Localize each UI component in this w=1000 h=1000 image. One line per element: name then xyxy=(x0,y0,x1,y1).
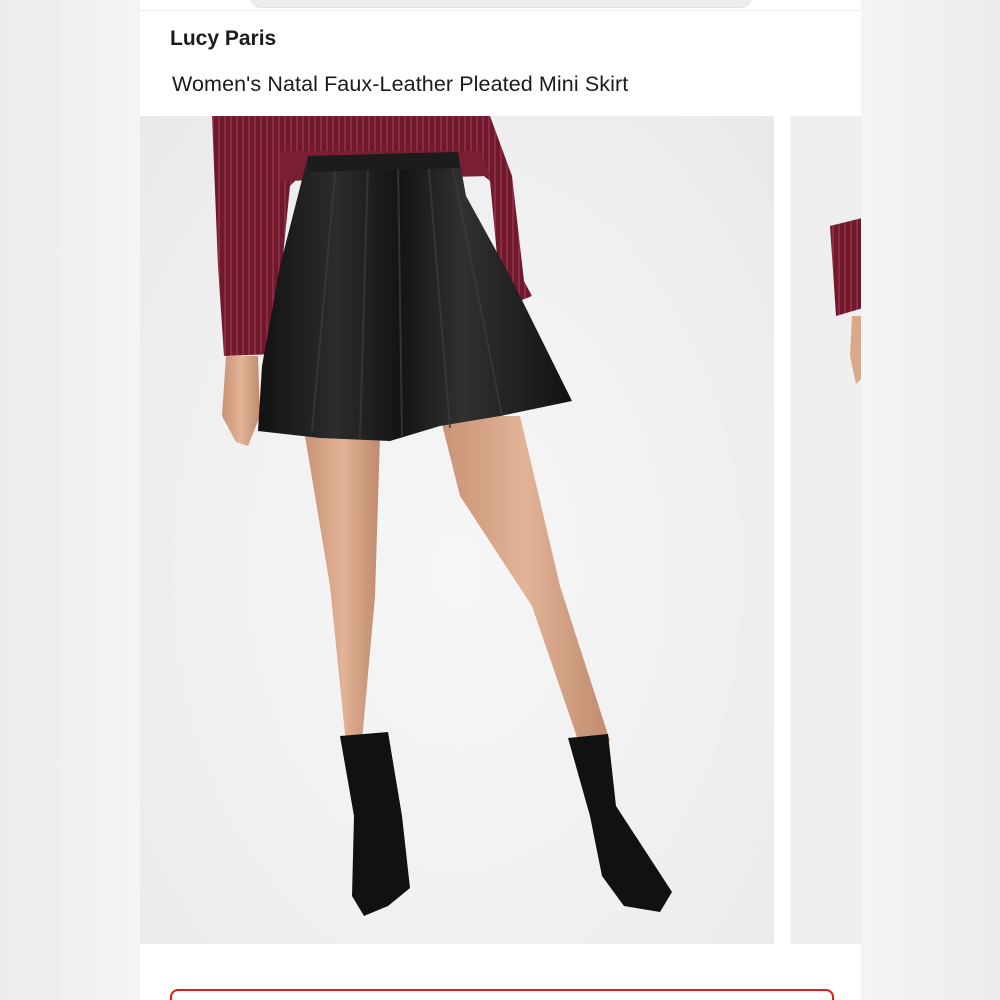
right-leg xyxy=(440,416,610,746)
right-boot xyxy=(568,734,672,912)
product-image-main[interactable] xyxy=(140,116,774,944)
next-photo-illustration xyxy=(830,218,861,384)
image-gallery[interactable] xyxy=(140,116,861,944)
address-bar[interactable] xyxy=(250,0,752,8)
product-image-next[interactable] xyxy=(790,116,861,944)
product-title: Women's Natal Faux-Leather Pleated Mini … xyxy=(172,72,629,96)
divider xyxy=(140,10,861,11)
page-background: Lucy Paris Women's Natal Faux-Leather Pl… xyxy=(0,0,1000,1000)
left-hand xyxy=(222,356,260,446)
action-area xyxy=(140,944,861,1000)
product-photo-illustration xyxy=(212,116,672,916)
primary-action-button[interactable] xyxy=(170,989,834,1000)
product-card: Lucy Paris Women's Natal Faux-Leather Pl… xyxy=(140,0,861,1000)
left-boot xyxy=(340,732,410,916)
product-brand[interactable]: Lucy Paris xyxy=(170,27,276,51)
left-leg xyxy=(305,436,380,744)
